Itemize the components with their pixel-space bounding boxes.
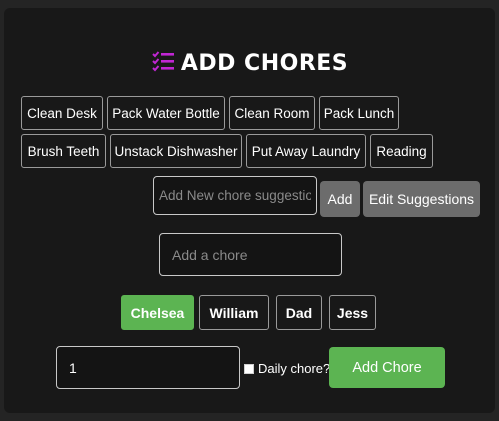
suggestion-chip[interactable]: Clean Room — [229, 96, 315, 130]
suggestion-chip[interactable]: Brush Teeth — [21, 134, 106, 168]
daily-chore-checkbox[interactable] — [244, 363, 254, 374]
daily-chore-toggle[interactable]: Daily chore? — [244, 361, 330, 376]
person-button-jess[interactable]: Jess — [329, 295, 376, 330]
new-suggestion-input[interactable] — [153, 176, 317, 215]
page-title: ADD CHORES — [0, 50, 499, 77]
add-suggestion-button[interactable]: Add — [320, 181, 360, 217]
checklist-icon — [151, 50, 175, 77]
edit-suggestions-button[interactable]: Edit Suggestions — [363, 181, 480, 217]
daily-chore-label: Daily chore? — [258, 361, 331, 376]
suggestion-chip[interactable]: Pack Lunch — [319, 96, 399, 130]
suggestion-chip[interactable]: Reading — [370, 134, 433, 168]
title-text: ADD CHORES — [180, 51, 349, 76]
suggestion-chip[interactable]: Unstack Dishwasher — [110, 134, 242, 168]
suggestion-chip[interactable]: Put Away Laundry — [246, 134, 366, 168]
person-button-chelsea[interactable]: Chelsea — [121, 295, 194, 330]
person-button-dad[interactable]: Dad — [276, 295, 322, 330]
quantity-input[interactable] — [56, 346, 240, 389]
chore-input[interactable] — [159, 233, 342, 276]
add-chore-button[interactable]: Add Chore — [329, 347, 445, 388]
suggestion-chip[interactable]: Pack Water Bottle — [107, 96, 225, 130]
person-button-william[interactable]: William — [199, 295, 269, 330]
suggestion-chip[interactable]: Clean Desk — [21, 96, 103, 130]
